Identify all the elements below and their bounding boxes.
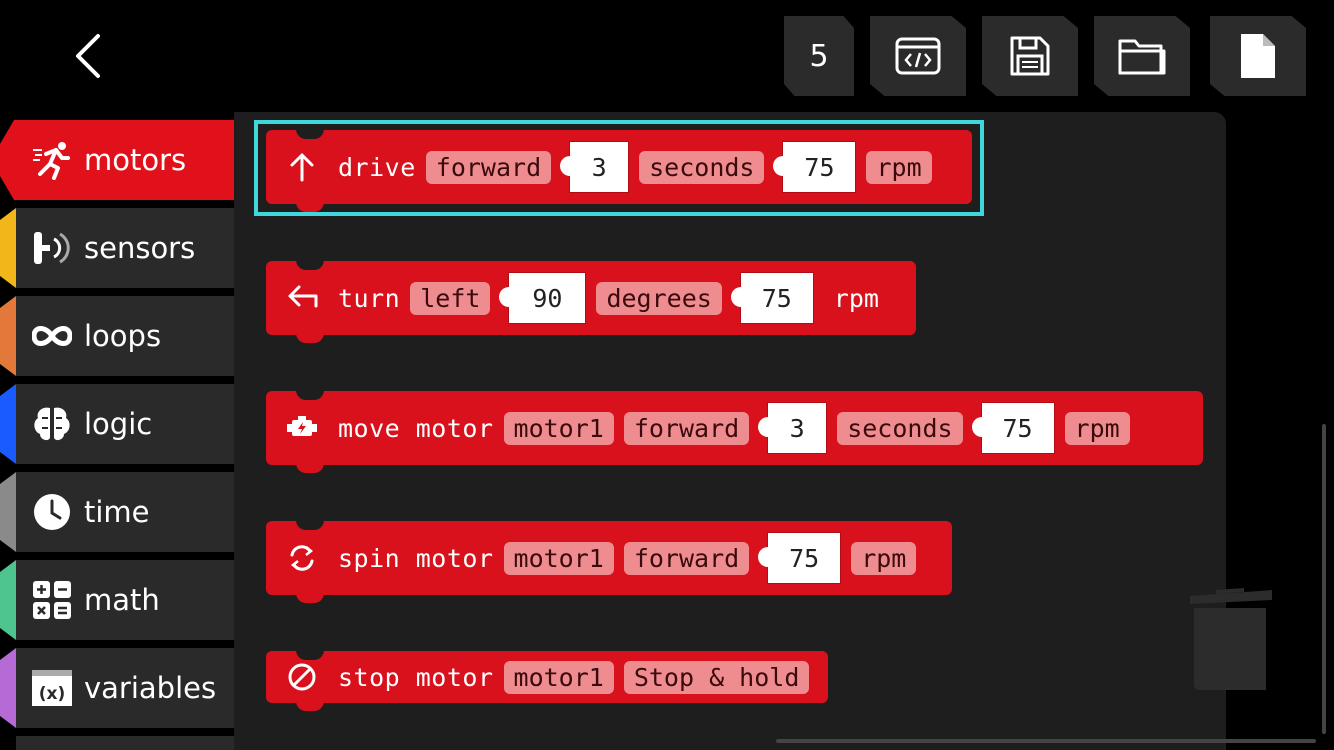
stop-mode-dropdown[interactable]: Stop & hold — [623, 660, 810, 694]
svg-text:(x): (x) — [39, 684, 66, 704]
spin-motor-block[interactable]: spin motor motor1 forward 75 rpm — [266, 520, 952, 603]
variable-icon: (x) — [32, 670, 72, 706]
selection-highlight — [254, 120, 984, 216]
category-label: motors — [84, 143, 187, 177]
open-button[interactable] — [1094, 16, 1190, 96]
speed-input[interactable]: 75 — [758, 532, 842, 584]
category-label: variables — [84, 671, 217, 705]
save-button[interactable] — [982, 16, 1078, 96]
block-label: turn — [338, 283, 401, 313]
arrow-left-icon — [288, 285, 318, 308]
category-logic[interactable]: logic — [0, 384, 234, 464]
category-motors[interactable]: motors — [0, 120, 234, 200]
category-label: math — [84, 583, 160, 617]
turn-block[interactable]: turn left 90 degrees 75 rpm — [266, 260, 916, 343]
new-file-button[interactable] — [1210, 16, 1306, 96]
block-count-button[interactable]: 5 — [784, 16, 854, 96]
save-icon — [1010, 36, 1050, 76]
category-math[interactable]: math — [0, 560, 234, 640]
category-more[interactable] — [0, 736, 234, 750]
block-label: move motor — [338, 413, 494, 443]
stop-icon — [288, 663, 316, 691]
running-person-icon — [33, 142, 70, 180]
folder-icon — [1118, 39, 1166, 75]
direction-dropdown[interactable]: forward — [623, 541, 750, 575]
horizontal-scrollbar[interactable] — [776, 739, 1316, 743]
category-variables[interactable]: (x) variables — [0, 648, 234, 728]
clock-icon — [34, 494, 70, 530]
engine-icon — [287, 416, 317, 436]
motor-dropdown[interactable]: motor1 — [503, 411, 614, 445]
speed-unit-dropdown[interactable]: rpm — [851, 541, 917, 575]
brain-icon — [34, 407, 70, 441]
speed-unit-label: rpm — [833, 283, 879, 313]
category-label: time — [84, 495, 150, 529]
sensor-icon — [34, 232, 70, 264]
unit-dropdown[interactable]: seconds — [837, 411, 963, 445]
trash-icon[interactable] — [1186, 582, 1276, 694]
direction-dropdown[interactable]: left — [410, 281, 491, 315]
loop-icon — [32, 326, 72, 346]
duration-input[interactable]: 3 — [758, 402, 828, 454]
rotate-icon — [290, 545, 314, 571]
motor-dropdown[interactable]: motor1 — [503, 541, 614, 575]
amount-input[interactable]: 90 — [499, 272, 587, 324]
category-label: sensors — [84, 231, 196, 265]
direction-dropdown[interactable]: forward — [623, 411, 750, 445]
speed-input[interactable]: 75 — [971, 402, 1055, 454]
new-file-icon — [1241, 34, 1275, 78]
category-label: logic — [84, 407, 153, 441]
category-sensors[interactable]: sensors — [0, 208, 234, 288]
unit-dropdown[interactable]: degrees — [596, 281, 722, 315]
vertical-scrollbar[interactable] — [1322, 424, 1326, 734]
block-count: 5 — [809, 38, 829, 74]
calculator-icon — [33, 581, 71, 619]
code-icon — [895, 37, 941, 75]
block-label: stop motor — [338, 662, 494, 692]
speed-unit-dropdown[interactable]: rpm — [1064, 411, 1130, 445]
block-label: spin motor — [338, 543, 494, 573]
back-arrow-icon[interactable] — [62, 26, 122, 86]
category-time[interactable]: time — [0, 472, 234, 552]
speed-input[interactable]: 75 — [730, 272, 814, 324]
stop-motor-block[interactable]: stop motor motor1 Stop & hold — [266, 650, 828, 711]
category-loops[interactable]: loops — [0, 296, 234, 376]
category-label: loops — [84, 319, 162, 353]
motor-dropdown[interactable]: motor1 — [503, 660, 614, 694]
code-view-button[interactable] — [870, 16, 966, 96]
move-motor-block[interactable]: move motor motor1 forward 3 seconds 75 r… — [266, 390, 1203, 473]
